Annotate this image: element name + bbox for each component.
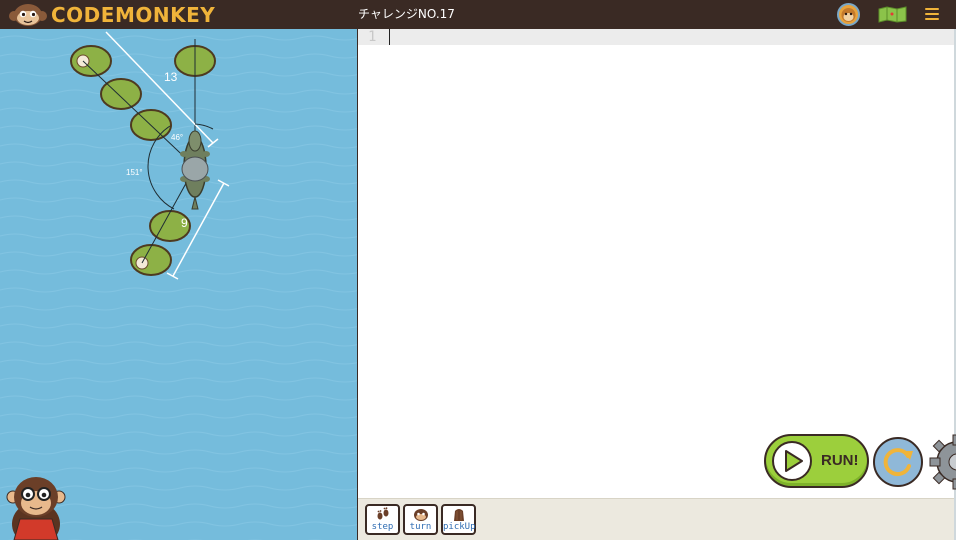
reset-button[interactable] bbox=[873, 437, 923, 487]
logo-text: CODEMONKEY bbox=[51, 2, 216, 27]
codemonkey-logo[interactable]: CODEMONKEY bbox=[8, 2, 215, 27]
pickup-command-button[interactable]: pickUp bbox=[441, 504, 476, 535]
step-command-label: step bbox=[371, 522, 394, 532]
settings-gear-icon[interactable] bbox=[929, 434, 956, 490]
run-button[interactable]: RUN! bbox=[764, 434, 869, 488]
distance-label-top: 13 bbox=[164, 70, 178, 84]
codemonkey-app: CODEMONKEY チャレンジNO.17 13 9 46° 151° 1 RU… bbox=[0, 0, 956, 540]
game-scene: 13 9 46° 151° bbox=[0, 29, 357, 540]
pickup-icon bbox=[454, 509, 464, 521]
game-stage: 13 9 46° 151° bbox=[0, 29, 357, 540]
command-bar: step turn pickUp bbox=[358, 498, 954, 540]
hamburger-menu-icon[interactable] bbox=[925, 8, 939, 21]
angle-label-small: 46° bbox=[171, 133, 183, 142]
turn-icon bbox=[414, 509, 428, 521]
top-bar: CODEMONKEY チャレンジNO.17 bbox=[0, 0, 956, 29]
lily-pad bbox=[130, 244, 172, 276]
monkey-avatar-icon bbox=[841, 8, 856, 22]
play-icon bbox=[772, 441, 812, 481]
lily-pad bbox=[70, 45, 112, 77]
angle-label-large: 151° bbox=[126, 168, 143, 177]
challenge-title: チャレンジNO.17 bbox=[358, 7, 455, 21]
pickup-command-label: pickUp bbox=[443, 522, 476, 532]
turn-command-label: turn bbox=[409, 522, 432, 532]
user-avatar-button[interactable] bbox=[837, 3, 860, 26]
turn-command-button[interactable]: turn bbox=[403, 504, 438, 535]
step-command-button[interactable]: step bbox=[365, 504, 400, 535]
footprints-icon bbox=[377, 507, 389, 520]
run-button-label: RUN! bbox=[821, 452, 859, 469]
code-editor[interactable]: 1 bbox=[358, 29, 954, 498]
active-line-highlight bbox=[358, 29, 954, 45]
reset-arrow-icon bbox=[883, 448, 913, 477]
text-cursor bbox=[389, 29, 390, 45]
distance-label-bottom: 9 bbox=[181, 216, 188, 230]
monkey-logo-icon bbox=[9, 3, 47, 26]
line-number: 1 bbox=[368, 29, 377, 45]
map-icon[interactable] bbox=[878, 6, 907, 23]
